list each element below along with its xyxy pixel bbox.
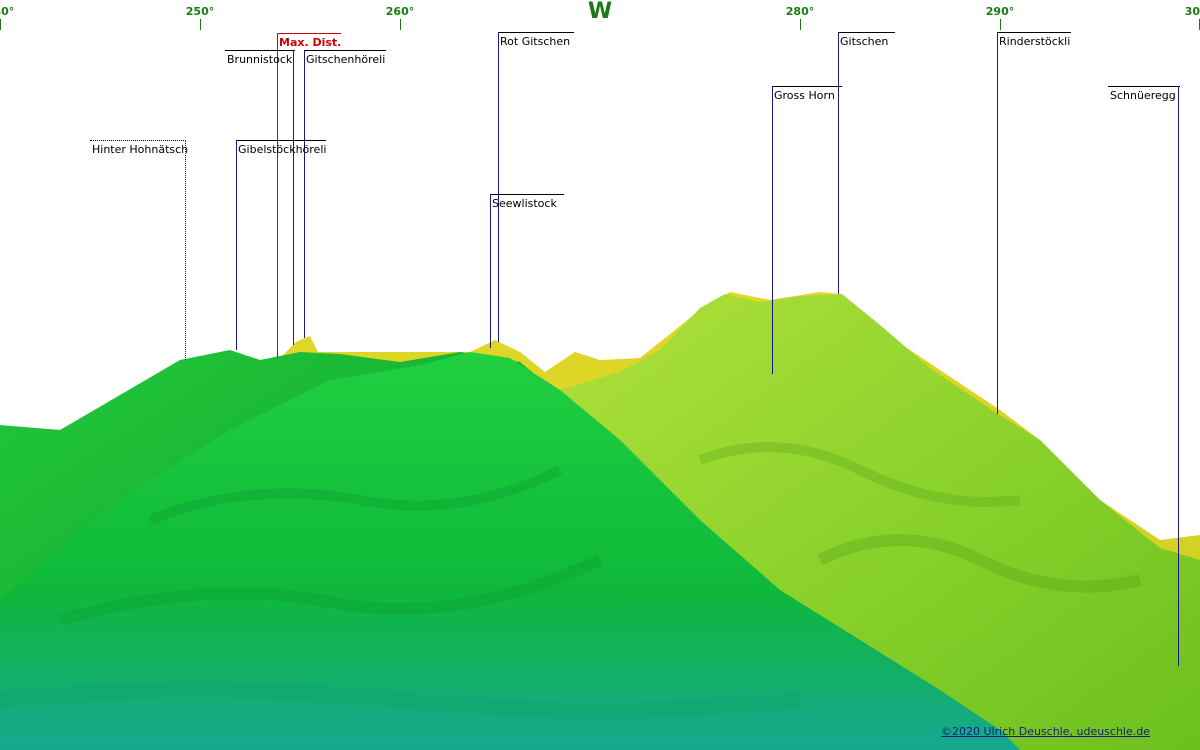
- peak-label-max-dist[interactable]: Max. Dist.: [277, 33, 341, 49]
- peak-line-rinderstoeckli: [997, 32, 998, 414]
- peak-line-seewlistock: [490, 194, 491, 348]
- peak-label-hinter-hohnaetsch[interactable]: Hinter Hohnätsch: [90, 140, 188, 156]
- tick-label-280: 280°: [785, 5, 815, 18]
- peak-line-max-dist: [277, 33, 278, 358]
- tick-label-250: 250°: [185, 5, 215, 18]
- peak-label-brunnistock[interactable]: Brunnistock: [225, 50, 295, 66]
- peak-line-rot-gitschen: [498, 32, 499, 342]
- peak-label-seewlistock[interactable]: Seewlistock: [490, 194, 564, 210]
- peak-label-gitschen[interactable]: Gitschen: [838, 32, 895, 48]
- peak-label-schnueeregg[interactable]: Schnüeregg: [1108, 86, 1180, 102]
- terrain-render: [0, 292, 1200, 750]
- tick-mark-260: [400, 19, 401, 30]
- compass-west: W: [587, 0, 613, 24]
- peak-line-gibelstoeckhoereli: [236, 140, 237, 350]
- peak-label-rinderstoeckli[interactable]: Rinderstöckli: [997, 32, 1071, 48]
- peak-label-gross-horn[interactable]: Gross Horn: [772, 86, 842, 102]
- peak-label-gibelstoeckhoereli[interactable]: Gibelstöckhöreli: [236, 140, 326, 156]
- peak-label-gitschenhoereli[interactable]: Gitschenhöreli: [304, 50, 386, 66]
- peak-line-schnueeregg: [1178, 86, 1179, 666]
- copyright-link[interactable]: ©2020 Ulrich Deuschle, udeuschle.de: [941, 725, 1150, 738]
- peak-label-rot-gitschen[interactable]: Rot Gitschen: [498, 32, 574, 48]
- peak-line-gitschenhoereli: [304, 50, 305, 338]
- tick-label-260: 260°: [385, 5, 415, 18]
- peak-line-hinter-hohnaetsch: [185, 140, 187, 360]
- tick-mark-240: [0, 19, 1, 30]
- tick-mark-280: [800, 19, 801, 30]
- tick-label-300: 300°: [1184, 5, 1200, 18]
- tick-mark-250: [200, 19, 201, 30]
- tick-label-240: 240°: [0, 5, 15, 18]
- peak-line-gross-horn: [772, 86, 773, 374]
- tick-label-290: 290°: [985, 5, 1015, 18]
- peak-line-gitschen: [838, 32, 839, 294]
- peak-line-brunnistock: [293, 50, 294, 345]
- panorama-view: 240° 250° 260° W 280° 290° 300° Max. Dis…: [0, 0, 1200, 750]
- tick-mark-290: [1000, 19, 1001, 30]
